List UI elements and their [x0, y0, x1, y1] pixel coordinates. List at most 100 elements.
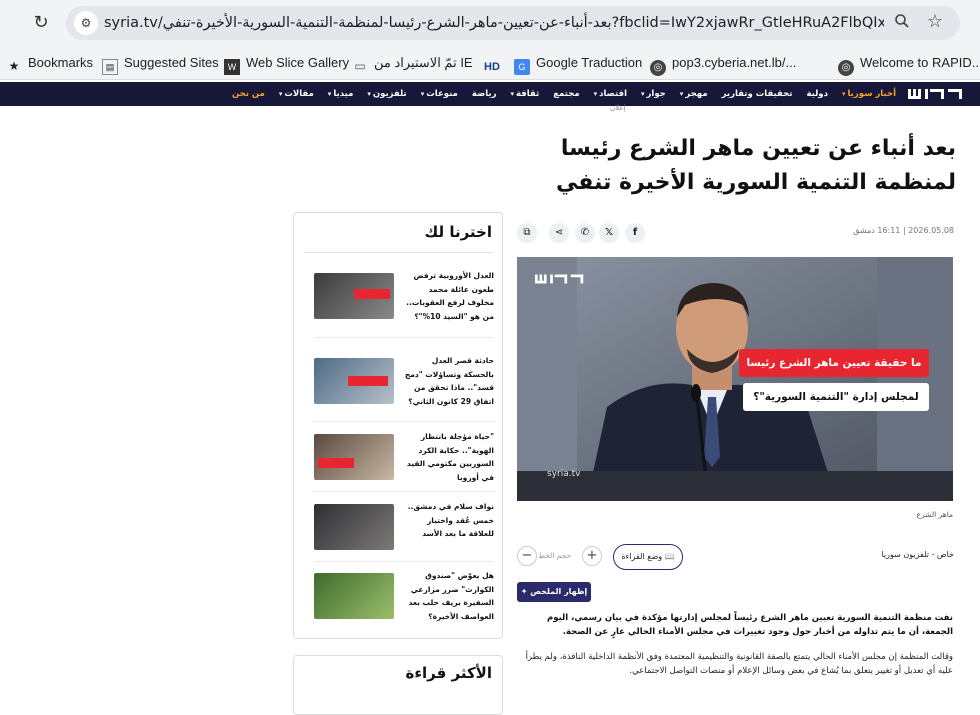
sidebar-article-title: حادثة قصر العدل بالحسكة وتساؤلات "دمج قس…: [404, 356, 494, 406]
nav-item-misc[interactable]: منوعات▾: [421, 89, 458, 99]
chevron-down-icon: ▾: [841, 90, 846, 98]
sidebar-article-item[interactable]: العدل الأوروبية ترفض طعون عائلة محمد مخل…: [304, 271, 494, 333]
nav-item-neighbors[interactable]: جوار▾: [641, 89, 666, 99]
bookmark-label: Welcome to RAPID...: [860, 55, 980, 70]
hero-image: ما حقيقة تعيين ماهر الشرع رئيسا لمجلس إد…: [517, 257, 953, 501]
nav-item-articles[interactable]: مقالات▾: [279, 89, 314, 99]
bookmark-item[interactable]: HD: [482, 53, 508, 73]
chevron-down-icon: ▾: [420, 90, 425, 98]
font-decrease-button[interactable]: −: [517, 546, 537, 566]
nav-label: رياضة: [471, 89, 497, 99]
editors-picks-box: اخترنا لك العدل الأوروبية ترفض طعون عائل…: [293, 212, 503, 639]
nav-menu: أخبار سوريا▾ دولية تحقيقات وتقارير مهجر▾…: [232, 82, 896, 106]
read-mode-button[interactable]: 📖 وضع القراءة: [613, 544, 683, 570]
sidebar-article-item[interactable]: حادثة قصر العدل بالحسكة وتساؤلات "دمج قس…: [304, 356, 494, 418]
nav-item-society[interactable]: مجتمع: [553, 89, 579, 99]
bookmark-item[interactable]: ★ Bookmarks: [6, 53, 93, 73]
nav-item-about[interactable]: من نحن: [232, 89, 265, 99]
divider: [314, 491, 494, 492]
read-mode-label: وضع القراءة: [621, 552, 663, 561]
nav-item-syria-news[interactable]: أخبار سوريا▾: [842, 89, 896, 99]
nav-item-sports[interactable]: رياضة: [472, 89, 497, 99]
sidebar-article-item[interactable]: "حياة مؤجلة بانتظار الهوية".. حكاية الكر…: [304, 432, 494, 494]
summary-button-label: إظهار الملخص: [530, 587, 588, 596]
nav-label: منوعات: [426, 89, 458, 99]
nav-item-international[interactable]: دولية: [806, 89, 827, 99]
article-datetime: 2026.05.08 | 16:11 دمشق: [853, 226, 954, 235]
nav-item-tv[interactable]: تلفزيون▾: [367, 89, 406, 99]
sidebar-article-title: هل يعوّض "صندوق الكوارث" ضرر مزارعي السف…: [408, 571, 494, 621]
divider: [314, 561, 494, 562]
nav-label: مهجر: [685, 89, 708, 99]
article-thumbnail: [314, 573, 394, 619]
nav-label: تلفزيون: [372, 89, 407, 99]
bookmark-item[interactable]: W Web Slice Gallery: [224, 53, 350, 75]
x-icon[interactable]: 𝕏: [599, 223, 619, 243]
facebook-icon[interactable]: f: [625, 223, 645, 243]
nav-label: مجتمع: [553, 89, 580, 99]
zoom-icon[interactable]: [892, 13, 912, 33]
sidebar-article-title: العدل الأوروبية ترفض طعون عائلة محمد مخل…: [406, 271, 494, 321]
book-icon: 📖: [664, 552, 675, 561]
nav-item-culture[interactable]: ثقافة▾: [510, 89, 539, 99]
bookmark-item[interactable]: G Google Traduction: [514, 53, 643, 75]
site-info-icon[interactable]: ⚙: [74, 11, 98, 35]
show-summary-button[interactable]: إظهار الملخص ✦: [517, 582, 591, 602]
chevron-down-icon: ▾: [327, 90, 332, 98]
whatsapp-icon[interactable]: ✆: [575, 223, 595, 243]
reload-icon[interactable]: ↻: [30, 12, 52, 34]
nav-label: أخبار سوريا: [847, 89, 896, 99]
ad-label: إعلان: [610, 104, 626, 112]
divider: [314, 421, 494, 422]
article-lead-paragraph: نفت منظمة التنمية السورية تعيين ماهر الش…: [547, 613, 953, 637]
article-time: 16:11 دمشق: [853, 226, 901, 235]
browser-toolbar: ↻ ⚙ syria.tv/بعد-أنباء-عن-تعيين-ماهر-الش…: [0, 0, 980, 46]
bookmark-star-icon[interactable]: ☆: [924, 11, 946, 33]
article-date: 2026.05.08: [908, 226, 954, 235]
bookmark-label: تمّ الاستيراد من IE: [374, 55, 473, 70]
bookmark-item[interactable]: ◎ pop3.cyberia.net.lb/...: [650, 53, 797, 76]
hero-watermark: syria.tv: [547, 469, 581, 479]
site-logo[interactable]: [908, 86, 964, 102]
bookmarks-bar: ★ Bookmarks ▤ Suggested Sites W Web Slice G…: [0, 46, 980, 80]
hd-icon: HD: [484, 61, 500, 73]
chevron-down-icon: ▾: [679, 90, 684, 98]
url-text[interactable]: syria.tv/بعد-أنباء-عن-تعيين-ماهر-الشرع-ر…: [104, 6, 884, 40]
sidebar-article-item[interactable]: نواف سلام في دمشق.. خمس عُقد واختبار للع…: [304, 502, 494, 564]
font-increase-button[interactable]: +: [582, 546, 602, 566]
sidebar-article-item[interactable]: هل يعوّض "صندوق الكوارث" ضرر مزارعي السف…: [304, 571, 494, 633]
chevron-down-icon: ▾: [278, 90, 283, 98]
nav-item-diaspora[interactable]: مهجر▾: [680, 89, 708, 99]
bookmark-label: Google Traduction: [536, 55, 643, 70]
nav-label: اقتصاد: [599, 89, 628, 99]
most-read-title: الأكثر قراءة: [405, 664, 492, 682]
hero-headline-tag: ما حقيقة تعيين ماهر الشرع رئيسا: [739, 349, 929, 377]
chevron-down-icon: ▾: [510, 90, 514, 98]
chevron-down-icon: ▾: [593, 90, 598, 98]
nav-item-media[interactable]: ميديا▾: [328, 89, 354, 99]
site-navbar: أخبار سوريا▾ دولية تحقيقات وتقارير مهجر▾…: [0, 82, 980, 106]
copy-link-icon[interactable]: ⧉: [517, 223, 537, 243]
chevron-down-icon: ▾: [367, 90, 371, 98]
hero-illustration: [517, 257, 953, 501]
nav-label: ثقافة: [516, 89, 540, 99]
share-icon[interactable]: ⋖: [549, 223, 569, 243]
globe-icon: ◎: [650, 60, 666, 76]
sparkle-icon: ✦: [520, 587, 528, 596]
divider: [314, 337, 494, 338]
divider: [304, 252, 492, 253]
nav-label: دولية: [806, 89, 828, 99]
nav-item-economy[interactable]: اقتصاد▾: [594, 89, 627, 99]
bookmark-label: pop3.cyberia.net.lb/...: [672, 55, 797, 70]
hero-brand-logo: [535, 271, 585, 291]
nav-item-investigations[interactable]: تحقيقات وتقارير: [722, 89, 793, 99]
address-bar[interactable]: ⚙ syria.tv/بعد-أنباء-عن-تعيين-ماهر-الشرع…: [66, 6, 960, 40]
bookmark-item[interactable]: ▭ تمّ الاستيراد من IE: [352, 53, 473, 73]
bookmark-item[interactable]: ▤ Suggested Sites: [102, 53, 219, 75]
bookmark-label: Web Slice Gallery: [246, 55, 350, 70]
star-icon: ★: [8, 59, 20, 73]
sidebar-article-title: نواف سلام في دمشق.. خمس عُقد واختبار للع…: [407, 502, 494, 538]
nav-label: مقالات: [284, 89, 314, 99]
bookmark-item[interactable]: ◎ Welcome to RAPID...: [838, 53, 980, 76]
font-size-label: حجم الخط: [538, 551, 572, 560]
